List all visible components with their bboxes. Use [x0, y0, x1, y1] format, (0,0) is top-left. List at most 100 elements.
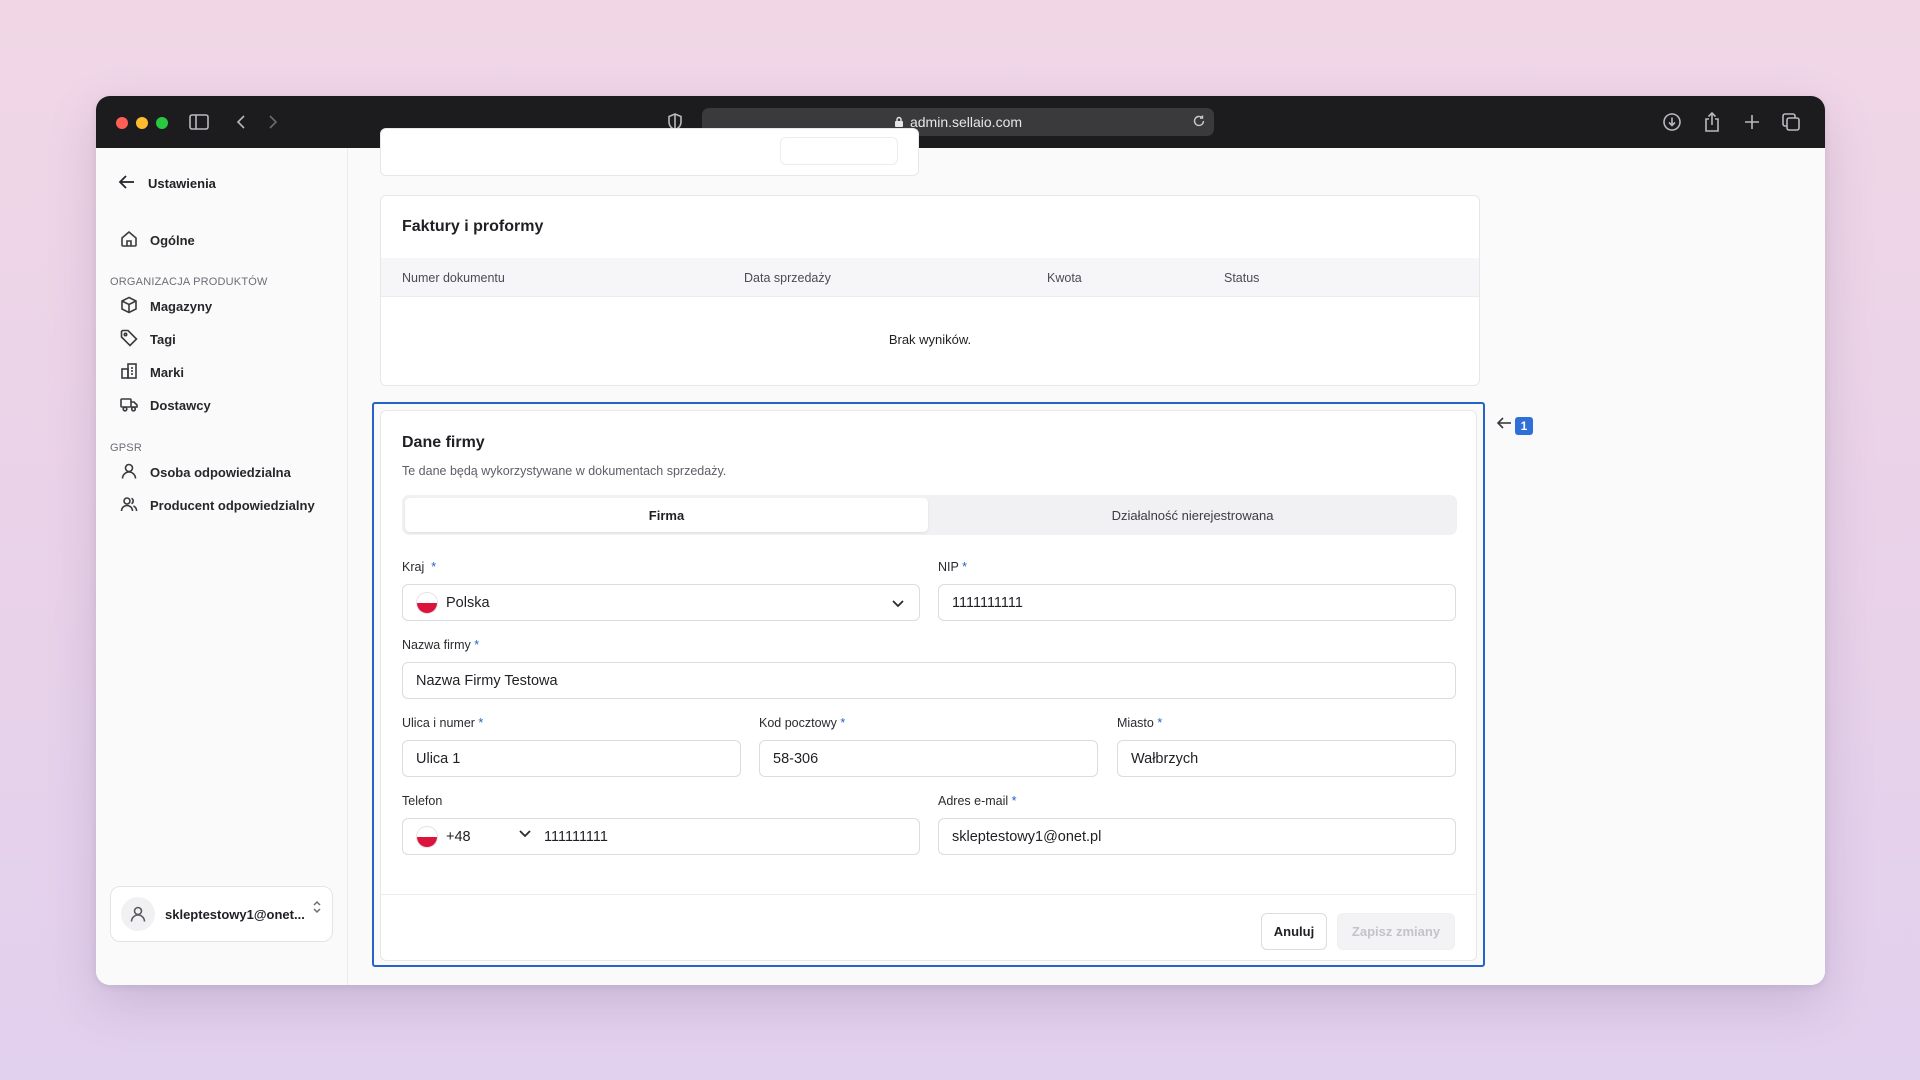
page-content: Ustawienia Ogólne ORGANIZACJA PRODUKTÓW … [96, 128, 1825, 985]
sidebar-item-label: Ogólne [150, 233, 195, 248]
city-label: Miasto * [1117, 716, 1163, 730]
company-name-label: Nazwa firmy * [402, 638, 480, 652]
nip-label: NIP * [938, 560, 967, 574]
back-label: Ustawienia [148, 176, 216, 191]
browser-titlebar: admin.sellaio.com [96, 96, 1825, 148]
home-icon [120, 230, 138, 251]
column-header-status[interactable]: Status [1224, 271, 1259, 285]
phone-country-select[interactable]: +48 [416, 825, 544, 848]
sidebar-section-products: ORGANIZACJA PRODUKTÓW [110, 276, 268, 288]
tab-unregistered-activity[interactable]: Działalność nierejestrowana [931, 498, 1454, 532]
tag-icon [120, 329, 138, 350]
settings-main: Faktury i proformy Numer dokumentu Data … [349, 128, 1825, 985]
back-to-settings-link[interactable]: Ustawienia [118, 174, 216, 193]
phone-input[interactable]: +48 111111111 [402, 818, 920, 855]
email-value: skleptestowy1@onet.pl [952, 828, 1102, 845]
phone-value: 111111111 [544, 828, 608, 845]
annotation-badge: 1 [1515, 416, 1533, 435]
download-icon[interactable] [1661, 111, 1683, 133]
email-label: Adres e-mail * [938, 794, 1017, 808]
tab-company[interactable]: Firma [405, 498, 928, 532]
avatar [121, 897, 155, 931]
nip-input[interactable]: 1111111111 [938, 584, 1456, 621]
share-icon[interactable] [1701, 111, 1723, 133]
card-footer-divider [381, 894, 1476, 895]
column-header-sale-date[interactable]: Data sprzedaży [744, 271, 831, 285]
sidebar-item-brands[interactable]: Marki [120, 362, 184, 383]
country-select[interactable]: Polska [402, 584, 920, 621]
settings-sidebar: Ustawienia Ogólne ORGANIZACJA PRODUKTÓW … [96, 148, 348, 985]
forward-nav-icon[interactable] [262, 111, 284, 133]
sidebar-item-label: Marki [150, 365, 184, 380]
poland-flag-icon [416, 591, 438, 614]
truck-icon [120, 395, 138, 416]
sidebar-toggle-icon[interactable] [188, 111, 210, 133]
street-label: Ulica i numer * [402, 716, 484, 730]
sidebar-item-general[interactable]: Ogólne [120, 230, 195, 251]
brand-icon [120, 362, 138, 383]
user-avatar-icon [130, 906, 146, 922]
cancel-button[interactable]: Anuluj [1261, 913, 1327, 950]
invoices-card: Faktury i proformy Numer dokumentu Data … [380, 195, 1480, 386]
sidebar-item-label: Magazyny [150, 299, 213, 314]
company-subtitle: Te dane będą wykorzystywane w dokumentac… [402, 464, 727, 478]
column-header-amount[interactable]: Kwota [1047, 271, 1082, 285]
street-value: Ulica 1 [416, 750, 461, 767]
sidebar-item-label: Osoba odpowiedzialna [150, 465, 291, 480]
company-details-card: Dane firmy Te dane będą wykorzystywane w… [380, 410, 1477, 961]
maximize-window-button[interactable] [156, 117, 168, 129]
postal-code-label: Kod pocztowy * [759, 716, 846, 730]
account-switcher[interactable]: skleptestowy1@onet... [110, 886, 333, 942]
sidebar-item-tags[interactable]: Tagi [120, 329, 176, 350]
chevron-down-icon [891, 597, 905, 613]
city-value: Wałbrzych [1131, 750, 1199, 767]
new-tab-icon[interactable] [1741, 111, 1763, 133]
postal-code-input[interactable]: 58-306 [759, 740, 1098, 777]
sidebar-item-warehouses[interactable]: Magazyny [120, 296, 212, 317]
save-changes-button[interactable]: Zapisz zmiany [1337, 913, 1455, 950]
arrow-left-icon [1496, 416, 1512, 435]
browser-window: admin.sellaio.com Ustawienia Ogólne ORGA… [96, 96, 1825, 985]
company-name-value: Nazwa Firmy Testowa [416, 672, 558, 689]
invoices-empty-state: Brak wyników. [888, 332, 972, 347]
user-icon [120, 462, 138, 483]
sidebar-item-label: Dostawcy [150, 398, 211, 413]
chevron-down-icon [518, 827, 532, 843]
postal-code-value: 58-306 [773, 750, 819, 767]
account-email: skleptestowy1@onet... [165, 906, 305, 922]
reload-icon[interactable] [1192, 114, 1206, 128]
email-input[interactable]: skleptestowy1@onet.pl [938, 818, 1456, 855]
company-name-input[interactable]: Nazwa Firmy Testowa [402, 662, 1456, 699]
arrow-left-icon [118, 174, 136, 193]
previous-section-button[interactable] [780, 137, 898, 165]
nip-value: 1111111111 [952, 594, 1023, 611]
minimize-window-button[interactable] [136, 117, 148, 129]
country-value: Polska [446, 594, 490, 611]
company-type-switch: Firma Działalność nierejestrowana [402, 495, 1457, 535]
sidebar-item-responsible-person[interactable]: Osoba odpowiedzialna [120, 462, 291, 483]
city-input[interactable]: Wałbrzych [1117, 740, 1456, 777]
lock-icon [894, 116, 904, 128]
invoices-table-header: Numer dokumentu Data sprzedaży Kwota Sta… [381, 258, 1479, 297]
column-header-document-number[interactable]: Numer dokumentu [402, 271, 505, 285]
sidebar-item-label: Producent odpowiedzialny [150, 498, 315, 513]
invoices-title: Faktury i proformy [402, 218, 544, 235]
sidebar-item-label: Tagi [150, 332, 176, 347]
annotation-marker: 1 [1496, 416, 1533, 435]
back-nav-icon[interactable] [230, 111, 252, 133]
chevron-up-down-icon [312, 899, 322, 920]
previous-section-card [380, 128, 919, 176]
sidebar-item-suppliers[interactable]: Dostawcy [120, 395, 211, 416]
sidebar-item-responsible-producer[interactable]: Producent odpowiedzialny [120, 495, 315, 516]
company-title: Dane firmy [402, 434, 485, 451]
poland-flag-icon [416, 825, 438, 848]
phone-prefix: +48 [446, 828, 471, 845]
users-icon [120, 495, 138, 516]
country-label: Kraj * [402, 560, 437, 574]
box-icon [120, 296, 138, 317]
window-controls [116, 117, 168, 129]
street-input[interactable]: Ulica 1 [402, 740, 741, 777]
tab-overview-icon[interactable] [1780, 111, 1802, 133]
close-window-button[interactable] [116, 117, 128, 129]
url-text: admin.sellaio.com [909, 114, 1023, 130]
